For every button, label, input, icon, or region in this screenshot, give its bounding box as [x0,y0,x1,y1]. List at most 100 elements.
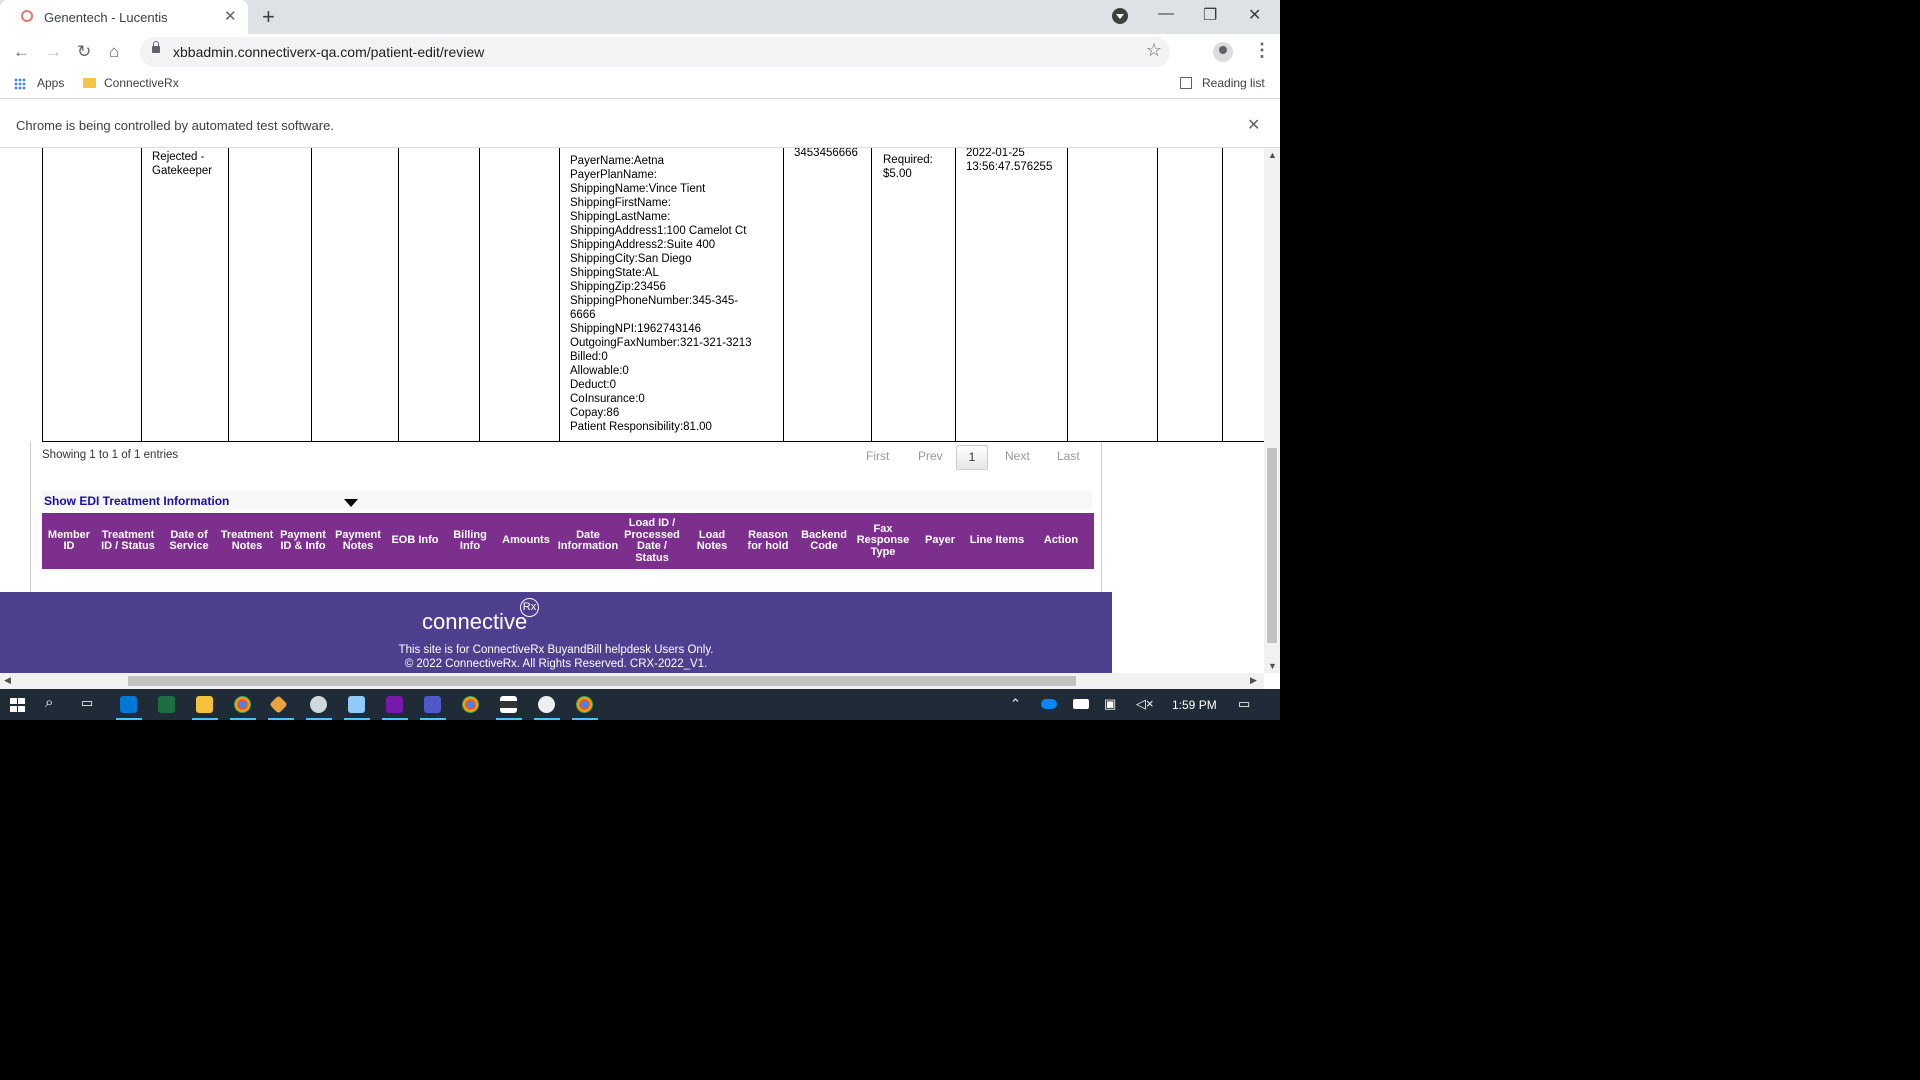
table-border [228,148,229,442]
tray-chevron-icon[interactable]: ⌃ [1010,696,1021,712]
edi-col-date-of-service[interactable]: Date of Service [160,513,218,569]
chrome-icon[interactable] [234,696,251,713]
profile-avatar[interactable] [1213,42,1233,62]
vertical-scroll-thumb[interactable] [1267,448,1277,643]
edi-table-header: Member ID Treatment ID / Status Date of … [42,513,1094,569]
onenote-icon[interactable] [386,696,403,713]
edi-col-action[interactable]: Action [1028,513,1094,569]
reading-list-button[interactable]: Reading list [1202,76,1265,90]
table-border [1222,148,1223,442]
bookmark-apps[interactable]: Apps [37,76,64,90]
tab-close-icon[interactable]: ✕ [224,7,237,25]
table-border [42,148,43,442]
active-indicator [306,718,332,720]
tab-strip: Genentech - Lucentis ✕ + — ❐ ✕ [0,0,1280,34]
bookmark-star-icon[interactable]: ☆ [1146,40,1162,61]
forward-icon[interactable]: → [45,42,62,62]
infobar-close-icon[interactable]: ✕ [1247,115,1260,135]
app-icon[interactable] [348,696,365,713]
app-icon[interactable] [310,696,327,713]
edi-col-payment-id[interactable]: Payment ID & Info [276,513,330,569]
taskbar-clock[interactable]: 1:59 PM [1172,698,1217,712]
edi-col-amounts[interactable]: Amounts [496,513,556,569]
browser-tab[interactable]: Genentech - Lucentis ✕ [0,0,248,34]
scroll-left-icon[interactable]: ◀ [4,675,11,686]
vertical-scrollbar[interactable]: ▲ ▼ [1264,148,1280,673]
reload-icon[interactable]: ↻ [77,42,91,62]
minimize-icon[interactable]: — [1158,5,1174,23]
app-icon[interactable] [538,696,555,713]
url-text[interactable]: xbbadmin.connectiverx-qa.com/patient-edi… [173,44,484,60]
back-icon[interactable]: ← [13,42,30,62]
home-icon[interactable]: ⌂ [109,42,119,62]
file-explorer-icon[interactable] [196,696,213,713]
edi-col-date-information[interactable]: Date Information [556,513,620,569]
outlook-icon[interactable] [120,696,137,713]
detail-line: ShippingLastName: [570,211,671,223]
connective-logo: connective [422,609,528,634]
show-edi-treatment-link[interactable]: Show EDI Treatment Information [44,494,229,508]
bookmark-connectiverx[interactable]: ConnectiveRx [104,76,179,90]
edi-col-treatment-notes[interactable]: Treatment Notes [218,513,276,569]
pager-next[interactable]: Next [1005,449,1030,463]
app-icon[interactable] [500,696,517,713]
reading-list-icon[interactable] [1180,77,1192,89]
detail-line: Deduct:0 [570,379,617,391]
network-icon[interactable]: ▣ [1104,696,1116,712]
excel-icon[interactable] [158,696,175,713]
pager-last[interactable]: Last [1057,449,1080,463]
task-view-icon[interactable]: ▭ [81,695,93,711]
search-icon[interactable]: ⌕ [45,694,53,711]
scroll-down-icon[interactable]: ▼ [1268,661,1277,671]
scroll-right-icon[interactable]: ▶ [1250,675,1257,686]
edi-col-fax-response-type[interactable]: Fax Response Type [852,513,914,569]
horizontal-scrollbar[interactable]: ◀ ▶ [0,673,1264,689]
pager-first[interactable]: First [866,449,889,463]
chrome-icon[interactable] [576,696,593,713]
footer-notice: This site is for ConnectiveRx BuyandBill… [398,644,714,656]
required-label: Required: [883,154,933,166]
teams-icon[interactable] [424,696,441,713]
address-bar[interactable]: xbbadmin.connectiverx-qa.com/patient-edi… [140,37,1170,67]
detail-line: ShippingState:AL [570,267,659,279]
tab-favicon-icon [21,10,33,22]
edi-col-payment-notes[interactable]: Payment Notes [330,513,386,569]
treatment-details-list: PayerName:Aetna PayerPlanName: ShippingN… [570,154,770,434]
apps-grid-icon[interactable] [14,78,26,90]
pager-prev[interactable]: Prev [918,449,943,463]
chrome-icon[interactable] [462,696,479,713]
edi-col-billing-info[interactable]: Billing Info [444,513,496,569]
app-icon[interactable] [269,695,288,714]
horizontal-scroll-thumb[interactable] [128,676,1076,686]
chrome-menu-icon[interactable]: ⋮ [1253,40,1271,61]
battery-icon[interactable] [1073,699,1089,709]
notifications-icon[interactable]: ▭ [1238,696,1250,712]
edi-col-payer[interactable]: Payer [914,513,966,569]
restore-icon[interactable]: ❐ [1203,5,1217,25]
edi-col-eob-info[interactable]: EOB Info [386,513,444,569]
pager-page-1[interactable]: 1 [956,445,988,470]
lock-icon[interactable] [152,41,160,53]
tab-search-icon[interactable] [1112,8,1128,24]
caret-down-icon[interactable] [344,499,358,507]
start-icon[interactable] [10,698,25,712]
close-window-icon[interactable]: ✕ [1248,5,1261,25]
edi-col-load-id[interactable]: Load ID / Processed Date / Status [620,513,684,569]
onedrive-icon[interactable] [1041,699,1057,709]
scroll-up-icon[interactable]: ▲ [1268,150,1277,160]
new-tab-button[interactable]: + [262,4,275,30]
detail-line: ShippingName:Vince Tient [570,183,706,195]
edi-col-backend-code[interactable]: Backend Code [796,513,852,569]
table-border [1157,148,1158,442]
edi-col-treatment-id[interactable]: Treatment ID / Status [96,513,160,569]
edi-col-load-notes[interactable]: Load Notes [684,513,740,569]
browser-toolbar: ← → ↻ ⌂ xbbadmin.connectiverx-qa.com/pat… [0,34,1280,70]
site-footer: connective Rx This site is for Connectiv… [0,592,1112,673]
volume-icon[interactable]: ◁× [1136,696,1154,712]
detail-line: ShippingZip:23456 [570,281,666,293]
edi-col-member-id[interactable]: Member ID [42,513,96,569]
folder-icon[interactable] [83,78,96,88]
edi-col-reason-for-hold[interactable]: Reason for hold [740,513,796,569]
detail-line: ShippingPhoneNumber:345-345- [570,295,739,307]
edi-col-line-items[interactable]: Line Items [966,513,1028,569]
